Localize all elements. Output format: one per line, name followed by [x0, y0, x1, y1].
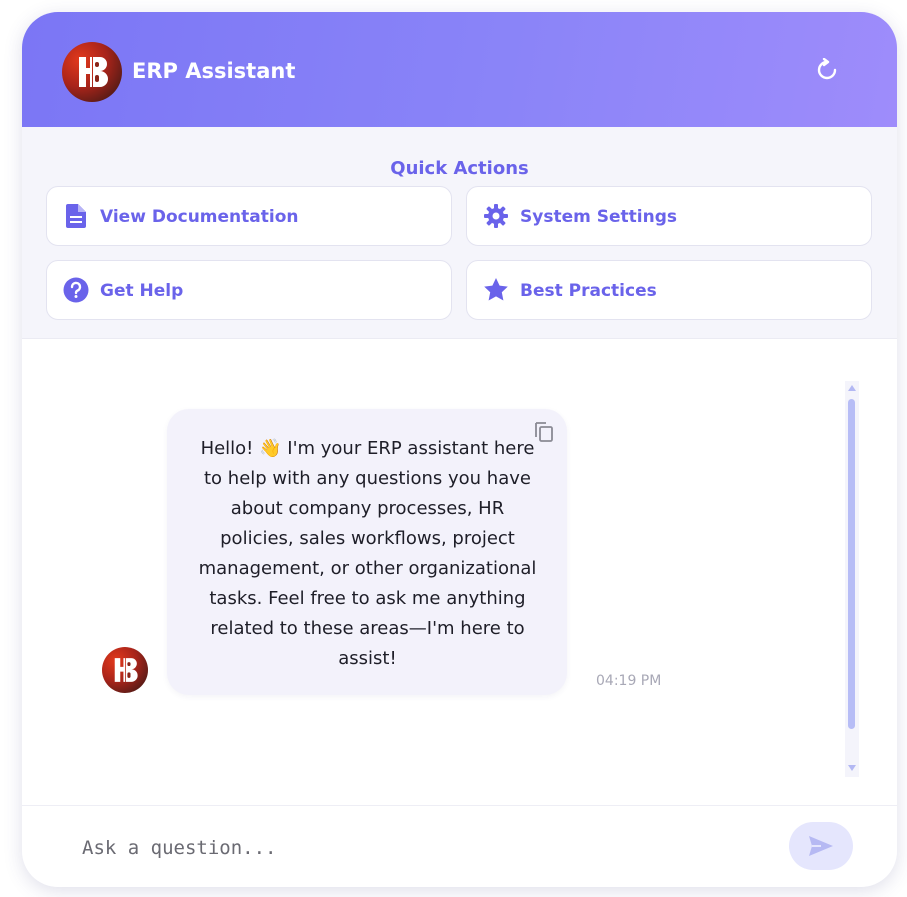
message-input-bar	[22, 805, 897, 887]
gear-icon	[483, 203, 509, 229]
view-documentation-label: View Documentation	[100, 207, 299, 227]
chat-messages[interactable]: Hello! 👋 I'm your ERP assistant here to …	[22, 339, 897, 805]
best-practices-label: Best Practices	[520, 281, 657, 301]
get-help-button[interactable]: Get Help	[46, 260, 452, 320]
hb-logo-icon	[79, 57, 108, 87]
quick-actions-panel: Quick Actions View Documentation System …	[22, 127, 897, 339]
document-icon	[63, 203, 89, 229]
system-settings-button[interactable]: System Settings	[466, 186, 872, 246]
send-button[interactable]	[789, 822, 853, 870]
star-icon	[483, 277, 509, 303]
assistant-avatar	[102, 647, 148, 693]
scrollbar-thumb[interactable]	[848, 399, 855, 729]
view-documentation-button[interactable]: View Documentation	[46, 186, 452, 246]
get-help-label: Get Help	[100, 281, 184, 301]
best-practices-button[interactable]: Best Practices	[466, 260, 872, 320]
send-icon	[809, 836, 833, 856]
question-input[interactable]	[82, 826, 772, 870]
assistant-message-bubble: Hello! 👋 I'm your ERP assistant here to …	[167, 409, 567, 695]
system-settings-label: System Settings	[520, 207, 677, 227]
message-text: Hello! 👋 I'm your ERP assistant here to …	[198, 438, 537, 669]
scroll-down-arrow-icon[interactable]	[848, 765, 856, 771]
quick-actions-title: Quick Actions	[390, 158, 529, 179]
refresh-button[interactable]	[814, 57, 840, 83]
scroll-up-arrow-icon[interactable]	[848, 385, 856, 391]
brand-logo	[62, 42, 122, 102]
question-icon	[63, 277, 89, 303]
chat-header: ERP Assistant	[22, 12, 897, 127]
hb-logo-icon	[114, 658, 138, 682]
chat-widget: ERP Assistant Quick Actions View Documen…	[22, 12, 897, 887]
chat-scrollbar[interactable]	[845, 381, 859, 777]
message-timestamp: 04:19 PM	[596, 673, 662, 689]
refresh-icon	[817, 58, 837, 80]
app-title: ERP Assistant	[132, 59, 296, 83]
